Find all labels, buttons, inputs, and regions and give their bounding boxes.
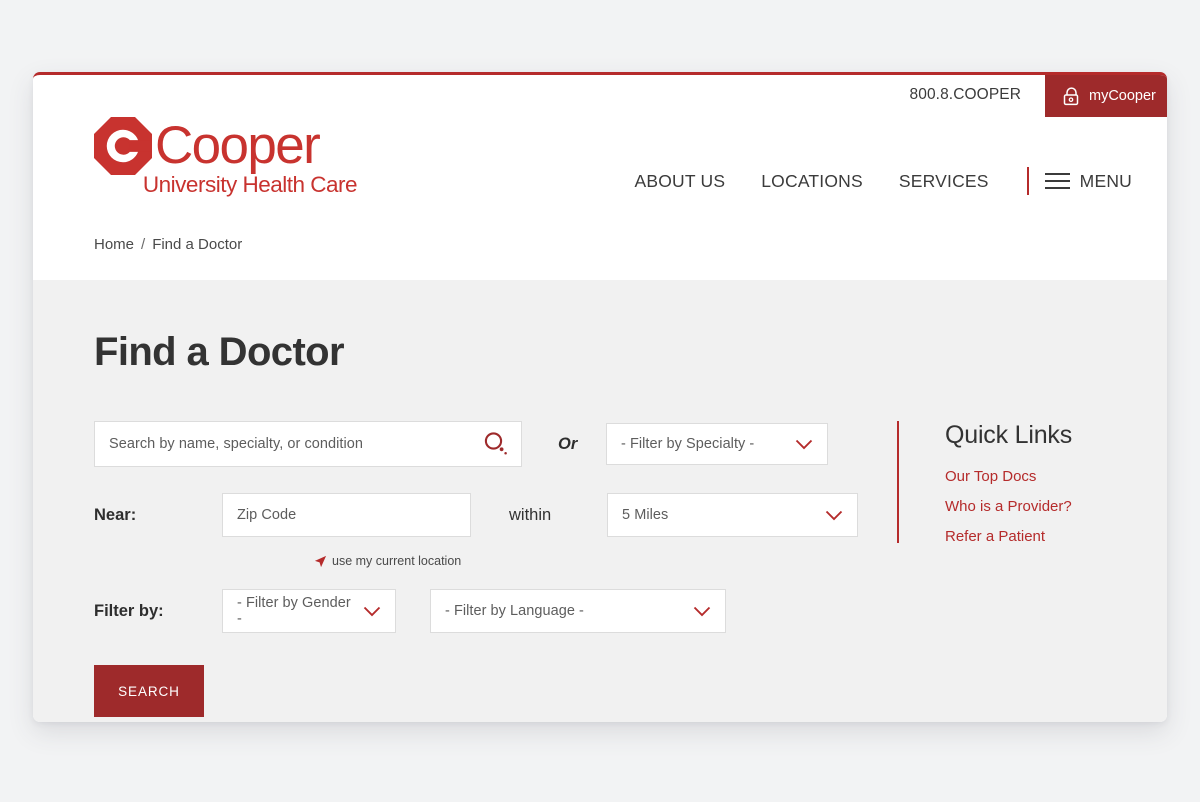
location-arrow-icon — [314, 555, 327, 567]
breadcrumb-separator: / — [141, 235, 146, 253]
breadcrumb-current: Find a Doctor — [152, 235, 243, 253]
zip-code-input[interactable]: Zip Code — [222, 493, 471, 537]
chevron-down-icon — [693, 606, 711, 616]
quick-link-refer-a-patient[interactable]: Refer a Patient — [945, 528, 1072, 545]
specialty-select-value: - Filter by Specialty - — [621, 436, 755, 452]
zip-code-placeholder: Zip Code — [237, 507, 297, 523]
chevron-down-icon — [825, 510, 843, 520]
search-input-placeholder: Search by name, specialty, or condition — [109, 436, 363, 452]
logo-top-row: Cooper — [94, 117, 359, 175]
menu-toggle-button[interactable]: MENU — [1044, 170, 1132, 192]
quick-links-panel: Quick Links Our Top Docs Who is a Provid… — [897, 421, 1073, 545]
specialty-select[interactable]: - Filter by Specialty - — [606, 423, 828, 465]
gender-select[interactable]: - Filter by Gender - — [222, 589, 396, 633]
nav-item-about-us[interactable]: ABOUT US — [616, 171, 743, 192]
content-area: Find a Doctor Search by name, specialty,… — [33, 280, 1167, 722]
logo-wordmark: Cooper — [155, 115, 321, 175]
use-current-location-link[interactable]: use my current location — [314, 554, 461, 568]
quick-links-title: Quick Links — [945, 421, 1073, 449]
nav-divider — [1026, 167, 1029, 195]
search-input[interactable]: Search by name, specialty, or condition — [94, 421, 522, 467]
gender-select-value: - Filter by Gender - — [237, 595, 351, 627]
main-navigation: ABOUT US LOCATIONS SERVICES MENU — [616, 167, 1132, 195]
or-label: Or — [558, 434, 578, 453]
language-select[interactable]: - Filter by Language - — [430, 589, 726, 633]
hamburger-icon — [1044, 173, 1070, 189]
filter-row: Filter by: - Filter by Gender - - Filter… — [94, 589, 1106, 633]
language-select-value: - Filter by Language - — [445, 603, 584, 619]
menu-label: MENU — [1079, 170, 1132, 191]
use-current-location-label: use my current location — [332, 554, 462, 568]
breadcrumb: Home / Find a Doctor — [33, 208, 1167, 280]
within-label: within — [509, 505, 552, 524]
chevron-down-icon — [363, 606, 381, 616]
cooper-octagon-c-icon — [94, 117, 152, 175]
distance-select[interactable]: 5 Miles — [607, 493, 858, 537]
search-magnifier-icon — [484, 432, 507, 455]
lock-icon — [1063, 86, 1079, 105]
quick-link-our-top-docs[interactable]: Our Top Docs — [945, 468, 1072, 485]
filter-by-label: Filter by: — [94, 601, 164, 620]
distance-select-value: 5 Miles — [622, 507, 669, 523]
chevron-down-icon — [795, 439, 813, 449]
phone-link[interactable]: 800.8.COOPER — [910, 75, 1045, 115]
cooper-logo[interactable]: Cooper University Health Care — [94, 117, 359, 198]
page-title: Find a Doctor — [94, 330, 345, 374]
mycooper-button[interactable]: myCooper — [1045, 75, 1167, 117]
quick-link-who-is-a-provider[interactable]: Who is a Provider? — [945, 498, 1072, 515]
logo-tagline: University Health Care — [142, 172, 358, 197]
nav-item-locations[interactable]: LOCATIONS — [743, 171, 881, 192]
search-submit-icon-button[interactable] — [481, 429, 511, 459]
mycooper-label: myCooper — [1089, 88, 1156, 104]
utility-bar: 800.8.COOPER myCooper — [910, 75, 1167, 117]
page-card: 800.8.COOPER myCooper Cooper University … — [33, 72, 1167, 722]
nav-item-services[interactable]: SERVICES — [881, 171, 1007, 192]
near-label: Near: — [94, 505, 137, 524]
breadcrumb-home[interactable]: Home — [94, 236, 134, 253]
search-button[interactable]: SEARCH — [94, 665, 204, 717]
